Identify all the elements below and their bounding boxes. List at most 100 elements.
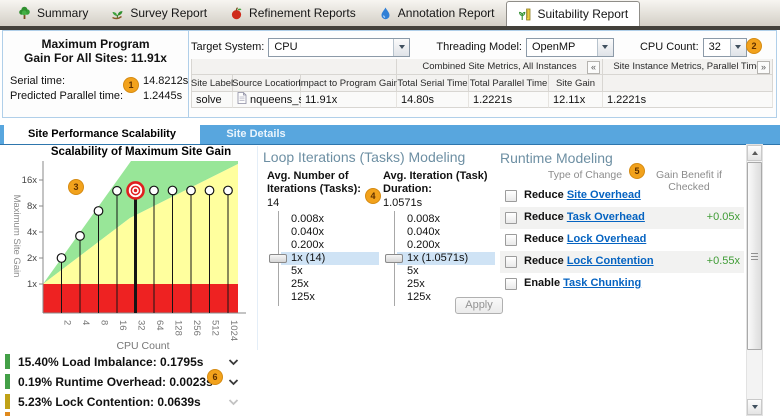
sites-table-header-row: Site LabelSource LocationImpact to Progr… [191,75,775,92]
runtime-checkbox[interactable] [505,256,517,268]
cell-source-location: nqueens_se... [233,92,301,108]
report-tab-label: Summary [37,6,88,20]
runtime-checkbox[interactable] [505,212,517,224]
chevron-down-icon[interactable] [228,397,239,409]
slider-option-label: 125x [407,291,431,303]
report-tab-annotation-report[interactable]: Annotation Report [367,1,506,25]
slider-option[interactable]: 0.200x [267,239,379,252]
cell-value: 11.91x [305,94,337,106]
iterations-modeling-title: Loop Iterations (Tasks) Modeling [263,149,498,165]
column-header-total-parallel-time[interactable]: Total Parallel Time [469,75,549,92]
runtime-target-link[interactable]: Task Chunking [563,277,641,289]
report-tab-suitability-report[interactable]: Suitability Report [506,1,641,27]
slider-option[interactable]: 0.200x [383,239,495,252]
chart-point[interactable] [113,186,122,195]
slider-option[interactable]: 0.040x [267,226,379,239]
tab-site-performance-scalability[interactable]: Site Performance Scalability [4,125,200,144]
report-tab-label: Survey Report [130,6,207,20]
slider-option[interactable]: 1x (1.0571s) [383,252,495,265]
scrollbar-thumb[interactable] [747,162,762,350]
slider-option[interactable]: 25x [267,278,379,291]
cell-impact: 11.91x [301,92,397,108]
vertical-scrollbar[interactable] [746,144,763,416]
sprout-icon [110,6,125,21]
x-axis-title: CPU Count [116,340,169,352]
slider-current-value: 1.0571s [383,197,495,211]
runtime-target-link[interactable]: Lock Overhead [567,233,646,245]
runtime-gain-value: +0.05x [707,211,740,223]
droplet-icon [378,6,393,21]
lower-pane-tabstrip: Site Performance Scalability Site Detail… [0,125,780,145]
chart-point[interactable] [57,254,66,263]
runtime-target-link[interactable]: Task Overhead [567,211,645,223]
runtime-row-task-chunking: Enable Task Chunking [500,273,744,295]
chart-point[interactable] [150,186,159,195]
column-header-site-label[interactable]: Site Label [191,75,233,92]
column-header-site-gain[interactable]: Site Gain [549,75,603,92]
chart-point[interactable] [76,232,85,241]
cell-value: solve [196,94,222,106]
report-tab-summary[interactable]: Summary [6,1,99,25]
slider-handle[interactable] [269,254,287,263]
report-tab-refinement-reports[interactable]: Refinement Reports [218,1,367,25]
slider-option[interactable]: 0.040x [383,226,495,239]
slider-option[interactable]: 5x [267,265,379,278]
collapse-columns-button[interactable]: « [587,61,600,74]
y-tick-label: 2x [27,253,37,264]
scroll-down-button[interactable] [747,399,762,415]
slider-option[interactable]: 5x [383,265,495,278]
loss-color-bar [5,354,10,369]
chart-point[interactable] [187,186,196,195]
column-header-label: Total Parallel Time [470,78,548,89]
slider-option-label: 1x (14) [291,252,325,264]
runtime-target-link[interactable]: Site Overhead [567,189,641,201]
chart-point[interactable] [205,186,214,195]
slider-current-value: 14 [267,197,379,211]
target-system-value: CPU [269,41,393,53]
runtime-checkbox[interactable] [505,190,517,202]
chevron-down-icon[interactable] [228,377,239,389]
loss-color-bar [5,374,10,389]
expand-columns-button[interactable]: » [757,61,770,74]
runtime-target-link[interactable]: Lock Contention [567,255,654,267]
chevron-down-icon [399,45,405,49]
slider-option[interactable]: 25x [383,278,495,291]
runtime-checkbox[interactable] [505,278,517,290]
slider-option-label: 0.200x [291,239,324,251]
column-header-impact-to-program-gain[interactable]: Impact to Program Gain [301,75,397,92]
chart-point[interactable] [94,207,103,216]
slider-option[interactable]: 125x [267,291,379,304]
scroll-up-button[interactable] [747,145,762,161]
dropdown-arrow-button[interactable] [597,39,613,56]
report-tabbar: Summary Survey Report Refinement Reports An… [0,0,780,26]
target-system-dropdown[interactable]: CPU [268,38,410,57]
dropdown-arrow-button[interactable] [393,39,409,56]
runtime-action: Reduce [524,255,564,267]
slider-option[interactable]: 1x (14) [267,252,379,265]
tab-site-details[interactable]: Site Details [200,125,312,144]
loss-text: 0.19% Runtime Overhead: 0.0023s [18,375,213,389]
report-tab-label: Annotation Report [398,6,495,20]
slider-handle[interactable] [385,254,403,263]
callout-badge-1: 1 [123,77,139,93]
runtime-row-text: Reduce Site Overhead [524,189,641,201]
slider-option[interactable]: 0.008x [383,213,495,226]
column-header-total-serial-time[interactable]: Total Serial Time [397,75,469,92]
dropdown-arrow-button[interactable] [730,39,746,56]
loss-partial-bar [5,412,10,416]
chart-point[interactable] [168,186,177,195]
apply-button[interactable]: Apply [455,297,503,314]
table-row[interactable]: solvenqueens_se...11.91x14.80s1.2221s12.… [191,92,775,108]
report-tab-label: Refinement Reports [249,6,356,20]
chart-point[interactable] [224,186,233,195]
report-tab-survey-report[interactable]: Survey Report [99,1,218,25]
chevron-down-icon[interactable] [228,357,239,369]
column-header-source-location[interactable]: Source Location [233,75,301,92]
slider-option[interactable]: 0.008x [267,213,379,226]
slider-option-label: 5x [407,265,419,277]
runtime-action: Reduce [524,189,564,201]
cpu-count-dropdown[interactable]: 32 [703,38,747,57]
column-header-label: Source Location [232,78,301,89]
runtime-checkbox[interactable] [505,234,517,246]
threading-model-dropdown[interactable]: OpenMP [526,38,614,57]
